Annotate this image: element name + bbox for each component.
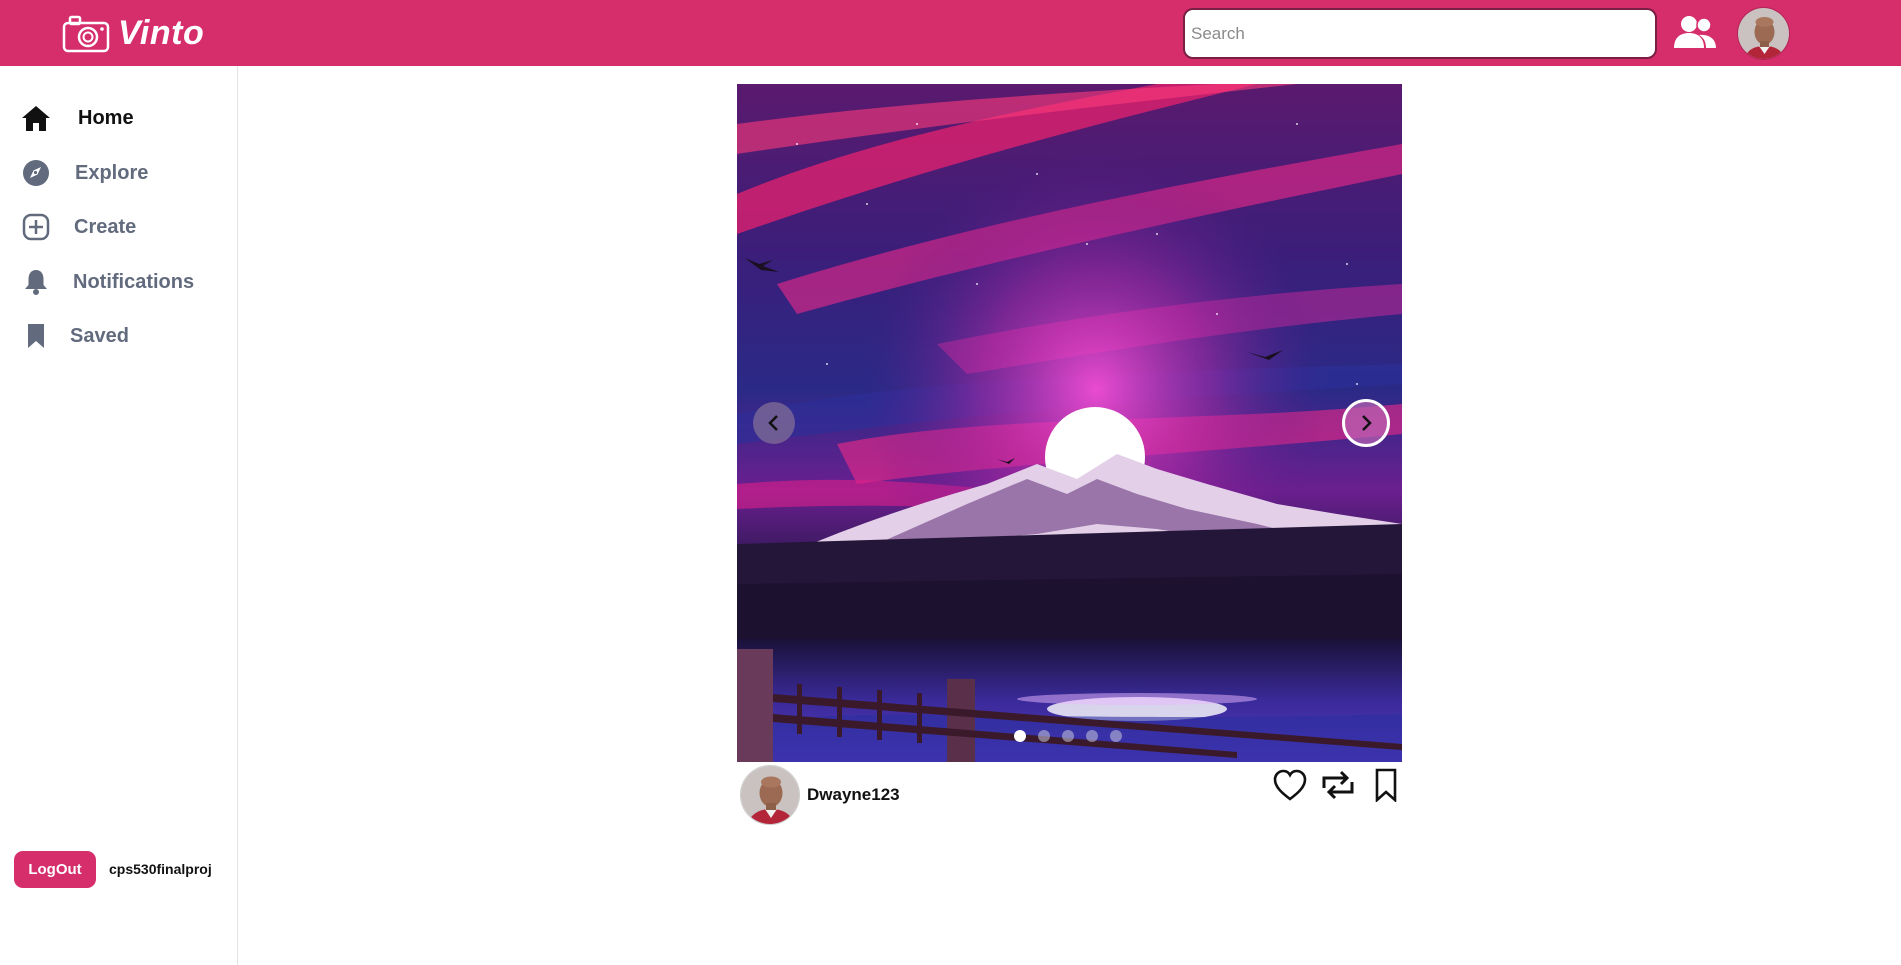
friends-icon[interactable] [1673, 14, 1717, 52]
carousel-prev-button[interactable] [753, 402, 795, 444]
post-author-avatar[interactable] [740, 765, 800, 825]
sidebar-item-notifications[interactable]: Notifications [20, 266, 194, 298]
camera-icon [62, 15, 110, 52]
sidebar-item-label: Home [78, 106, 134, 129]
plus-square-icon [20, 211, 52, 243]
carousel-dot[interactable] [1110, 730, 1122, 742]
sidebar-item-label: Explore [75, 161, 149, 184]
app-name: Vinto [118, 14, 205, 52]
sidebar: Home Explore Create Notifications Saved … [0, 66, 238, 965]
bookmark-icon [20, 320, 52, 352]
logout-button[interactable]: LogOut [14, 851, 96, 888]
bookmark-icon[interactable] [1368, 768, 1404, 802]
brand-logo[interactable]: Vinto [62, 14, 204, 53]
heart-icon[interactable] [1272, 768, 1308, 802]
bell-icon [20, 266, 52, 298]
sidebar-item-label: Create [74, 215, 137, 238]
sidebar-item-saved[interactable]: Saved [20, 320, 129, 352]
sidebar-item-home[interactable]: Home [20, 102, 134, 134]
carousel-dots [1014, 730, 1122, 742]
compass-icon [20, 157, 52, 189]
post-author-username[interactable]: Dwayne123 [807, 785, 900, 805]
carousel-dot[interactable] [1086, 730, 1098, 742]
carousel-dot[interactable] [1038, 730, 1050, 742]
home-icon [20, 102, 52, 134]
current-username: cps530finalproj [109, 861, 212, 877]
carousel-next-button[interactable] [1342, 399, 1390, 447]
top-bar: Vinto [0, 0, 1901, 66]
sidebar-item-explore[interactable]: Explore [20, 157, 148, 189]
sidebar-item-label: Saved [70, 324, 129, 347]
repost-icon[interactable] [1320, 768, 1356, 802]
sidebar-item-create[interactable]: Create [20, 211, 136, 243]
carousel-dot[interactable] [1062, 730, 1074, 742]
chevron-right-icon [1362, 415, 1372, 431]
chevron-left-icon [768, 415, 778, 431]
user-avatar[interactable] [1737, 7, 1790, 60]
post-image[interactable] [737, 84, 1402, 762]
search-input[interactable] [1183, 8, 1657, 59]
sidebar-item-label: Notifications [73, 270, 195, 293]
carousel-dot[interactable] [1014, 730, 1026, 742]
